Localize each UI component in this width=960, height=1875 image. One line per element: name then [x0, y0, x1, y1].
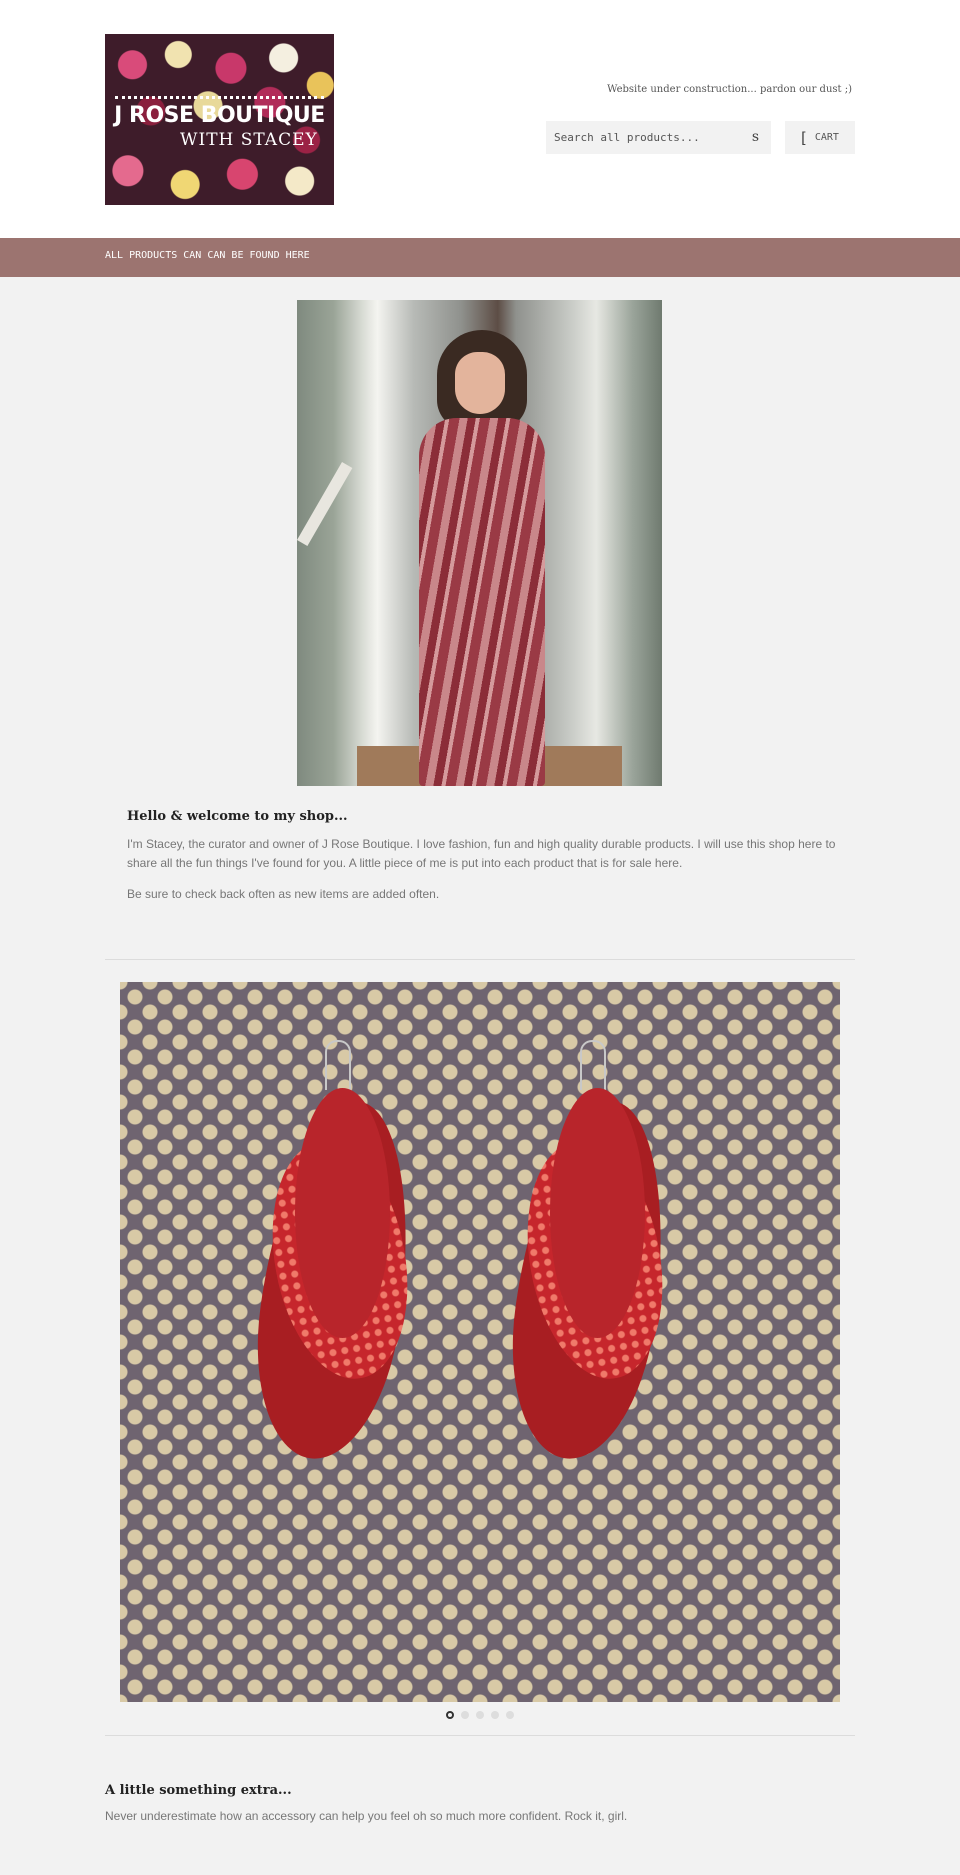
section-divider [105, 959, 855, 960]
slideshow-image-earrings[interactable] [120, 982, 840, 1702]
site-header: J ROSE BOUTIQUE WITH STACEY Website unde… [0, 0, 960, 238]
extra-heading: A little something extra... [105, 1783, 292, 1798]
nav-all-products-link[interactable]: ALL PRODUCTS CAN CAN BE FOUND HERE [105, 250, 310, 261]
logo-subtitle: WITH STACEY [180, 130, 318, 150]
welcome-heading: Hello & welcome to my shop... [127, 809, 348, 824]
welcome-paragraph: I'm Stacey, the curator and owner of J R… [127, 837, 836, 870]
earring-left [240, 1040, 435, 1468]
logo-dotted-line [115, 96, 324, 99]
owner-photo [297, 300, 662, 786]
cart-label: CART [814, 132, 839, 143]
search-icon[interactable]: s [752, 129, 759, 145]
cart-button[interactable]: [ CART [785, 121, 855, 154]
logo-title: J ROSE BOUTIQUE [114, 103, 325, 128]
slideshow-dot-2[interactable] [461, 1711, 469, 1719]
slideshow-dot-4[interactable] [491, 1711, 499, 1719]
slideshow-dot-1[interactable] [446, 1711, 454, 1719]
boutique-logo[interactable]: J ROSE BOUTIQUE WITH STACEY [105, 34, 334, 205]
main-nav: ALL PRODUCTS CAN CAN BE FOUND HERE [0, 238, 960, 277]
slideshow-dot-3[interactable] [476, 1711, 484, 1719]
welcome-note: Be sure to check back often as new items… [127, 887, 440, 901]
extra-text: Never underestimate how an accessory can… [105, 1809, 628, 1823]
site-tagline: Website under construction... pardon our… [607, 84, 852, 95]
earring-right [495, 1040, 690, 1468]
search-box: s [546, 121, 771, 154]
section-divider [105, 1735, 855, 1736]
slideshow-pagination [0, 1711, 960, 1719]
slideshow-dot-5[interactable] [506, 1711, 514, 1719]
search-input[interactable] [546, 121, 744, 154]
cart-icon: [ [801, 128, 807, 147]
